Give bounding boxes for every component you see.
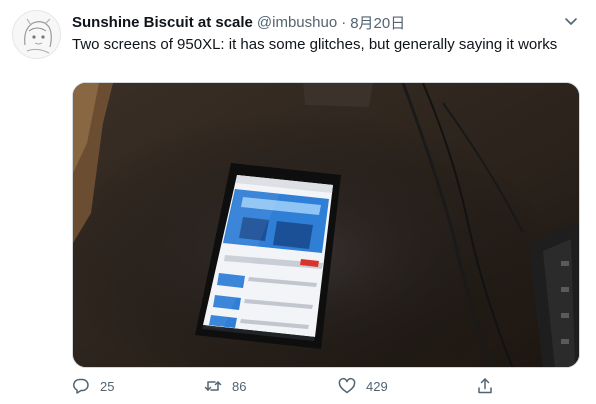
like-button[interactable]: 429 <box>338 374 388 398</box>
retweet-icon <box>204 381 222 391</box>
share-icon <box>478 378 492 394</box>
reply-count: 25 <box>100 378 115 394</box>
chevron-down-icon[interactable] <box>562 12 580 30</box>
tweet[interactable]: Sunshine Biscuit at scale @imbushuo · 8月… <box>0 0 596 404</box>
avatar[interactable] <box>12 10 61 59</box>
author-name[interactable]: Sunshine Biscuit at scale <box>72 14 253 31</box>
tweet-date[interactable]: 8月20日 <box>350 12 405 33</box>
like-icon <box>338 377 356 394</box>
video-frame <box>73 83 579 367</box>
reply-icon <box>73 378 89 394</box>
retweet-button[interactable]: 86 <box>204 374 246 398</box>
tweet-actions: 25 86 429 <box>72 374 582 398</box>
separator-dot: · <box>341 13 347 31</box>
reply-button[interactable]: 25 <box>72 374 114 398</box>
tweet-video[interactable] <box>72 82 580 368</box>
tweet-header: Sunshine Biscuit at scale @imbushuo · 8月… <box>72 12 556 32</box>
share-button[interactable] <box>476 374 504 398</box>
retweet-count: 86 <box>232 378 247 394</box>
tweet-text: Two screens of 950XL: it has some glitch… <box>72 36 558 53</box>
author-handle[interactable]: @imbushuo <box>257 14 337 31</box>
like-count: 429 <box>366 378 388 394</box>
